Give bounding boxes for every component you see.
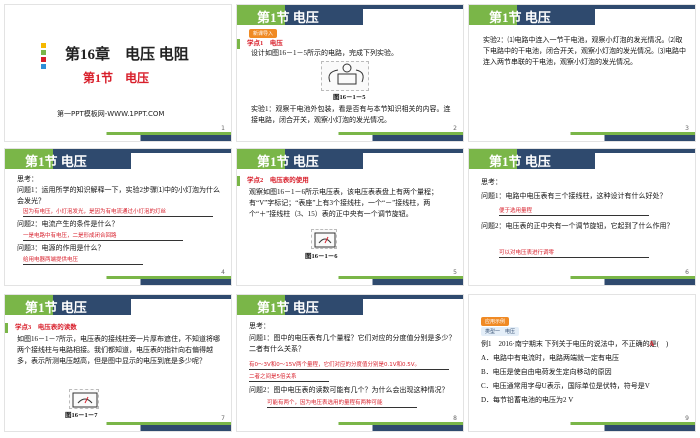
slide-body: 如图16－1－7所示，电压表的接线柱旁一片厚布遮住，不知道将哪两个接线柱与电路相…	[17, 335, 220, 365]
slide-header: 第1节 电压	[489, 154, 551, 169]
answer-2: 可以对电压表进行调零	[499, 249, 649, 258]
answer-2: 一是电路中有电压，二是形成闭合回路	[23, 232, 183, 241]
think-label: 思考：	[249, 322, 270, 330]
voltmeter-image	[69, 389, 99, 409]
slide-body: 设计如图16－1－5所示的电路，完成下列实验。	[251, 49, 398, 57]
question-1: 问题1：运用所学的知识解释一下，实验2步骤⑴中的小灯泡为什么会发光？	[17, 186, 220, 205]
slide-number: 3	[685, 125, 689, 132]
sub-label: 学点3 电压表的读数	[15, 324, 77, 331]
figure-caption: 图16－1－6	[305, 253, 338, 260]
slide-thumbnail-7[interactable]: 第1节 电压 学点3 电压表的读数 如图16－1－7所示，电压表的接线柱旁一片厚…	[4, 294, 232, 432]
slide-thumbnail-5[interactable]: 第1节 电压 学点2 电压表的使用 观察如图16－1－6所示电压表，该电压表表盘…	[236, 148, 464, 286]
slide-number: 8	[453, 415, 457, 422]
slide-header: 第1节 电压	[25, 300, 87, 315]
answer-2: 可能有两个，因为电压表选用的量程有两种可能	[267, 399, 417, 408]
question-1: 问题1：电路中电压表有三个接线柱，这种设计有什么好处？	[481, 192, 667, 200]
answer-3: 给用电器两端提供电压	[23, 256, 143, 265]
option-d: D．每节铅蓄电池的电压为2 V	[481, 396, 574, 404]
option-a: A．电路中有电流时，电路两端就一定有电压	[481, 354, 620, 362]
figure-caption: 图16－1－5	[333, 94, 366, 101]
circuit-diagram	[321, 61, 369, 91]
slide-body: 观察如图16－1－6所示电压表，该电压表表盘上有两个量程；有“V”字标记；“表座…	[249, 188, 438, 218]
slide-thumbnail-3[interactable]: 第1节 电压 实验2：⑴电路中连入一节干电池，观察小灯泡的发光情况。⑵取下电路中…	[468, 4, 696, 142]
slide-number: 6	[685, 269, 689, 276]
slide-body-2: 实验1：观察干电池外包装，看是否有与本节知识相关的内容。连接电路，闭合开关，观察…	[251, 105, 451, 124]
slide-number: 9	[685, 415, 689, 422]
section-title: 第1节 电压	[83, 71, 150, 85]
answer-1: 有0～3V和0～15V两个量程，它们对应的分度值分别是0.1V和0.5V。	[249, 361, 449, 370]
question-2: 问题2：电压表的正中央有一个调节旋钮，它起到了什么作用？	[481, 222, 674, 230]
answer-choice: A	[649, 340, 655, 348]
type-label: 类型一 电压	[481, 327, 520, 336]
slide-number: 7	[221, 415, 225, 422]
slide-thumbnail-2[interactable]: 第1节 电压 新课导入 学点1 电压 设计如图16－1－5所示的电路，完成下列实…	[236, 4, 464, 142]
question-1: 问题1：图中的电压表有几个量程？它们对应的分度值分别是多少？二者有什么关系？	[249, 334, 456, 353]
section-tag: 新课导入	[249, 29, 278, 38]
option-c: C．电压通常用字母U表示，国际单位是伏特，符号是V	[481, 382, 650, 390]
slide-number: 4	[221, 269, 225, 276]
think-label: 思考：	[17, 175, 38, 183]
slide-number: 1	[221, 125, 225, 132]
slide-thumbnail-6[interactable]: 第1节 电压 思考： 问题1：电路中电压表有三个接线柱，这种设计有什么好处？ 便…	[468, 148, 696, 286]
think-label: 思考：	[481, 178, 502, 186]
slide-thumbnail-9[interactable]: 应用示例 类型一 电压 例1 2016·南宁期末 下列关于电压的说法中，不正确的…	[468, 294, 696, 432]
slide-number: 5	[453, 269, 457, 276]
slide-header: 第1节 电压	[25, 154, 87, 169]
slide-header: 第1节 电压	[257, 154, 319, 169]
figure-caption: 图16－1－7	[65, 412, 98, 419]
slide-number: 2	[453, 125, 457, 132]
answer-1b: 二者之间是5倍关系	[249, 373, 329, 382]
voltmeter-image	[311, 229, 337, 249]
option-b: B．电压是使自由电荷发生定向移动的原因	[481, 368, 612, 376]
question-2: 问题2：图中电压表的读数可能有几个？为什么会出现这种情况？	[249, 386, 449, 394]
question-3: 问题3：电源的作用是什么？	[17, 244, 105, 252]
slide-body: 实验2：⑴电路中连入一节干电池，观察小灯泡的发光情况。⑵取下电路中的干电池，闭合…	[483, 36, 686, 66]
slide-thumbnail-4[interactable]: 第1节 电压 思考： 问题1：运用所学的知识解释一下，实验2步骤⑴中的小灯泡为什…	[4, 148, 232, 286]
slide-thumbnail-1[interactable]: 第16章 电压 电阻 第1节 电压 第一PPT模板网-WWW.1PPT.COM …	[4, 4, 232, 142]
answer-1: 便于选用量程	[499, 207, 649, 216]
sub-label: 学点2 电压表的使用	[247, 177, 309, 184]
section-tag: 应用示例	[481, 317, 510, 326]
question-2: 问题2：电流产生的条件是什么？	[17, 220, 119, 228]
slide-header: 第1节 电压	[257, 300, 319, 315]
slide-thumbnail-8[interactable]: 第1节 电压 思考： 问题1：图中的电压表有几个量程？它们对应的分度值分别是多少…	[236, 294, 464, 432]
slide-header: 第1节 电压	[257, 10, 319, 25]
chapter-title: 第16章 电压 电阻	[65, 47, 189, 63]
slide-header: 第1节 电压	[489, 10, 551, 25]
template-url: 第一PPT模板网-WWW.1PPT.COM	[57, 110, 165, 118]
answer-1: 因为有电压，小灯泡发光，是因为有电流通过小灯泡的灯丝	[23, 208, 213, 217]
